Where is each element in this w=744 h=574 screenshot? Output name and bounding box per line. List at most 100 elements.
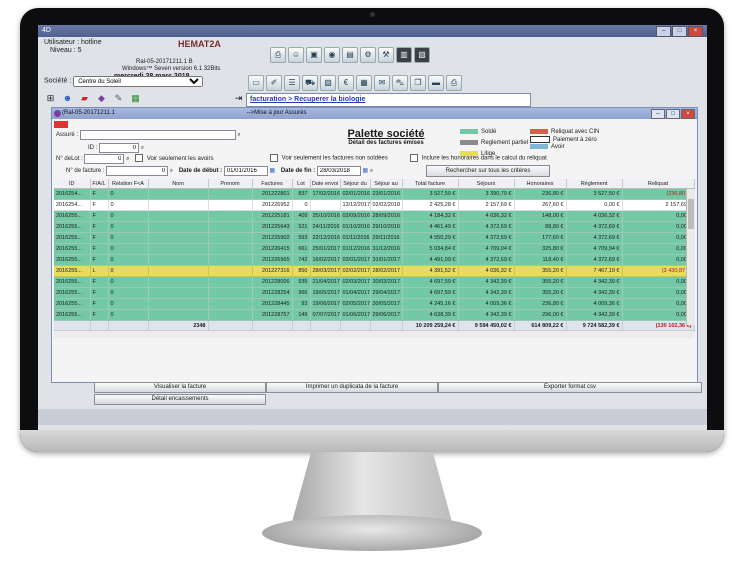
minimize-icon[interactable]: –	[651, 109, 665, 119]
table-cell: 17/02/2016	[310, 188, 341, 200]
column-header[interactable]: Prenom	[208, 179, 253, 189]
bag-icon[interactable]: ◆	[95, 92, 108, 105]
scroll-thumb[interactable]	[688, 199, 694, 229]
vertical-scrollbar[interactable]	[686, 189, 695, 325]
table-row[interactable]: 2016255... F 0 201225902 593 22/12/2016 01/11/…	[54, 232, 695, 244]
globe-icon[interactable]: ◉	[324, 47, 340, 63]
document-icon[interactable]: ▭	[248, 75, 264, 91]
id-input[interactable]	[99, 143, 140, 153]
column-header[interactable]: Date envoi	[310, 179, 341, 189]
network-icon[interactable]: ⊞	[44, 92, 57, 105]
table-cell	[208, 254, 253, 266]
table-row[interactable]: 2016255... F 0 201225181 409 25/10/2016 03/09/…	[54, 210, 695, 222]
column-header[interactable]: ID	[54, 179, 91, 189]
print-icon[interactable]: ⎙	[446, 75, 462, 91]
grid-icon[interactable]: ▦	[129, 92, 142, 105]
table-row[interactable]: 2016255... F 0 201228006 935 21/04/2017 02/03/…	[54, 276, 695, 288]
column-header[interactable]: Nom	[148, 179, 209, 189]
tools-icon[interactable]: ⚒	[378, 47, 394, 63]
table-row[interactable]: 2016255... F 0 201228254 966 19/05/2017 01/04/…	[54, 287, 695, 299]
pen-icon[interactable]: ✐	[266, 75, 282, 91]
column-header[interactable]: F/A/L	[90, 179, 109, 189]
column-header[interactable]: Lot	[292, 179, 311, 189]
column-header[interactable]: Séjour du	[340, 179, 371, 189]
briefcase-icon[interactable]: ▣	[306, 47, 322, 63]
search-icon[interactable]: ⌕	[370, 168, 373, 174]
encaissements-button[interactable]: Détail encaissements	[94, 394, 266, 405]
facture-input[interactable]	[106, 166, 169, 176]
printer-icon[interactable]: ⎙	[270, 47, 286, 63]
legend-item: Avoir	[530, 144, 565, 150]
table-cell	[148, 243, 209, 255]
table-cell: 2016255...	[54, 232, 91, 244]
table-row[interactable]: 2016255... F 0 201226965 742 16/02/2017 03/01/…	[54, 254, 695, 266]
dashboard-icon[interactable]: ▥	[396, 47, 412, 63]
column-header[interactable]: Relation F<A	[108, 179, 149, 189]
folder-icon[interactable]: ▰	[78, 92, 91, 105]
exporter-button[interactable]: Exporter format csv	[438, 382, 702, 393]
search-icon[interactable]: ⌕	[170, 168, 173, 174]
maximize-icon[interactable]: □	[666, 109, 680, 119]
column-header[interactable]: Règlement	[566, 179, 623, 189]
search-icon[interactable]: ⌕	[141, 145, 144, 151]
societe-select[interactable]: Centre du Soleil	[73, 76, 204, 87]
non-soldees-checkbox[interactable]	[270, 154, 278, 162]
table-cell	[208, 188, 253, 200]
table-cell: 2 425,28 €	[402, 199, 459, 211]
wrench-icon[interactable]: ✎	[112, 92, 125, 105]
car-icon[interactable]: ⛍	[392, 75, 408, 91]
table-cell: F	[90, 232, 109, 244]
people-icon[interactable]: ☺	[288, 47, 304, 63]
table-row[interactable]: 2016255... F 0 201226415 661 25/01/2017 01/12/…	[54, 243, 695, 255]
money-icon[interactable]: €	[338, 75, 354, 91]
calendar-icon[interactable]: ▦	[363, 168, 369, 174]
grid-tool-icon[interactable]: ▤	[342, 47, 358, 63]
monitor-icon[interactable]: ▧	[414, 47, 430, 63]
table-cell: 13/12/2017	[340, 199, 371, 211]
calendar-icon[interactable]: ▦	[356, 75, 372, 91]
truck-icon[interactable]: ⛟	[302, 75, 318, 91]
table-cell: 201228254	[252, 287, 293, 299]
calendar-icon[interactable]: ▦	[270, 168, 276, 174]
table-row[interactable]: 2016254... F 0 201222801 837 17/02/2016 02/01/…	[54, 188, 695, 200]
column-header[interactable]: Honoraires	[514, 179, 567, 189]
maximize-icon[interactable]: □	[672, 26, 687, 37]
docs-icon[interactable]: ❐	[410, 75, 426, 91]
table-row[interactable]: 2016255... L 0 201227316 850 28/03/2017 02/02/…	[54, 265, 695, 277]
column-header[interactable]: Reliquat	[622, 179, 695, 189]
table-row[interactable]: 2016255... F 0 201228445 93 19/06/2017 02/05/2…	[54, 298, 695, 310]
table-row[interactable]: 2016255... F 0 201225643 521 24/11/2016 01/10/…	[54, 221, 695, 233]
close-icon[interactable]: ×	[688, 26, 703, 37]
horizontal-scrollbar[interactable]	[54, 330, 694, 338]
search-all-button[interactable]: Rechercher sur tous les critères	[426, 165, 550, 177]
search-icon[interactable]: ⌕	[237, 132, 240, 138]
column-header[interactable]: Factures	[252, 179, 293, 189]
column-header[interactable]: Séjours	[458, 179, 515, 189]
table-cell: 201222801	[252, 188, 293, 200]
avoirs-checkbox[interactable]	[135, 154, 144, 163]
user-icon[interactable]: ☻	[61, 92, 74, 105]
column-header[interactable]: Séjour au	[370, 179, 403, 189]
mail-icon[interactable]: ✉	[374, 75, 390, 91]
table-row[interactable]: 2016255... F 0 201228757 149 07/07/2017 01/06/…	[54, 309, 695, 321]
close-icon[interactable]: ×	[681, 109, 695, 119]
date-fin-input[interactable]	[316, 166, 361, 176]
visualiser-button[interactable]: Visualiser la facture	[94, 382, 266, 393]
search-icon[interactable]: ⌕	[126, 156, 129, 162]
delot-input[interactable]	[84, 154, 125, 164]
table-cell: F	[90, 221, 109, 233]
save-icon[interactable]: ▬	[428, 75, 444, 91]
exit-icon[interactable]: ⇥	[232, 92, 245, 105]
column-header[interactable]: Total facture	[402, 179, 459, 189]
table-cell: 0,00 €	[622, 276, 695, 288]
breadcrumb[interactable]: facturation > Recuperer la biologie	[246, 93, 531, 107]
chart-icon[interactable]: ▨	[320, 75, 336, 91]
settings-icon[interactable]: ⚙	[360, 47, 376, 63]
table-row[interactable]: 2016254... F 0 201226952 0 13/12/2017 02/02/20…	[54, 199, 695, 211]
minimize-icon[interactable]: –	[656, 26, 671, 37]
date-debut-input[interactable]	[223, 166, 268, 176]
assure-input[interactable]	[79, 130, 236, 140]
imprimer-button[interactable]: Imprimer un duplicata de la facture	[266, 382, 438, 393]
invoice-icon[interactable]: ☰	[284, 75, 300, 91]
honoraires-checkbox[interactable]	[410, 154, 418, 162]
